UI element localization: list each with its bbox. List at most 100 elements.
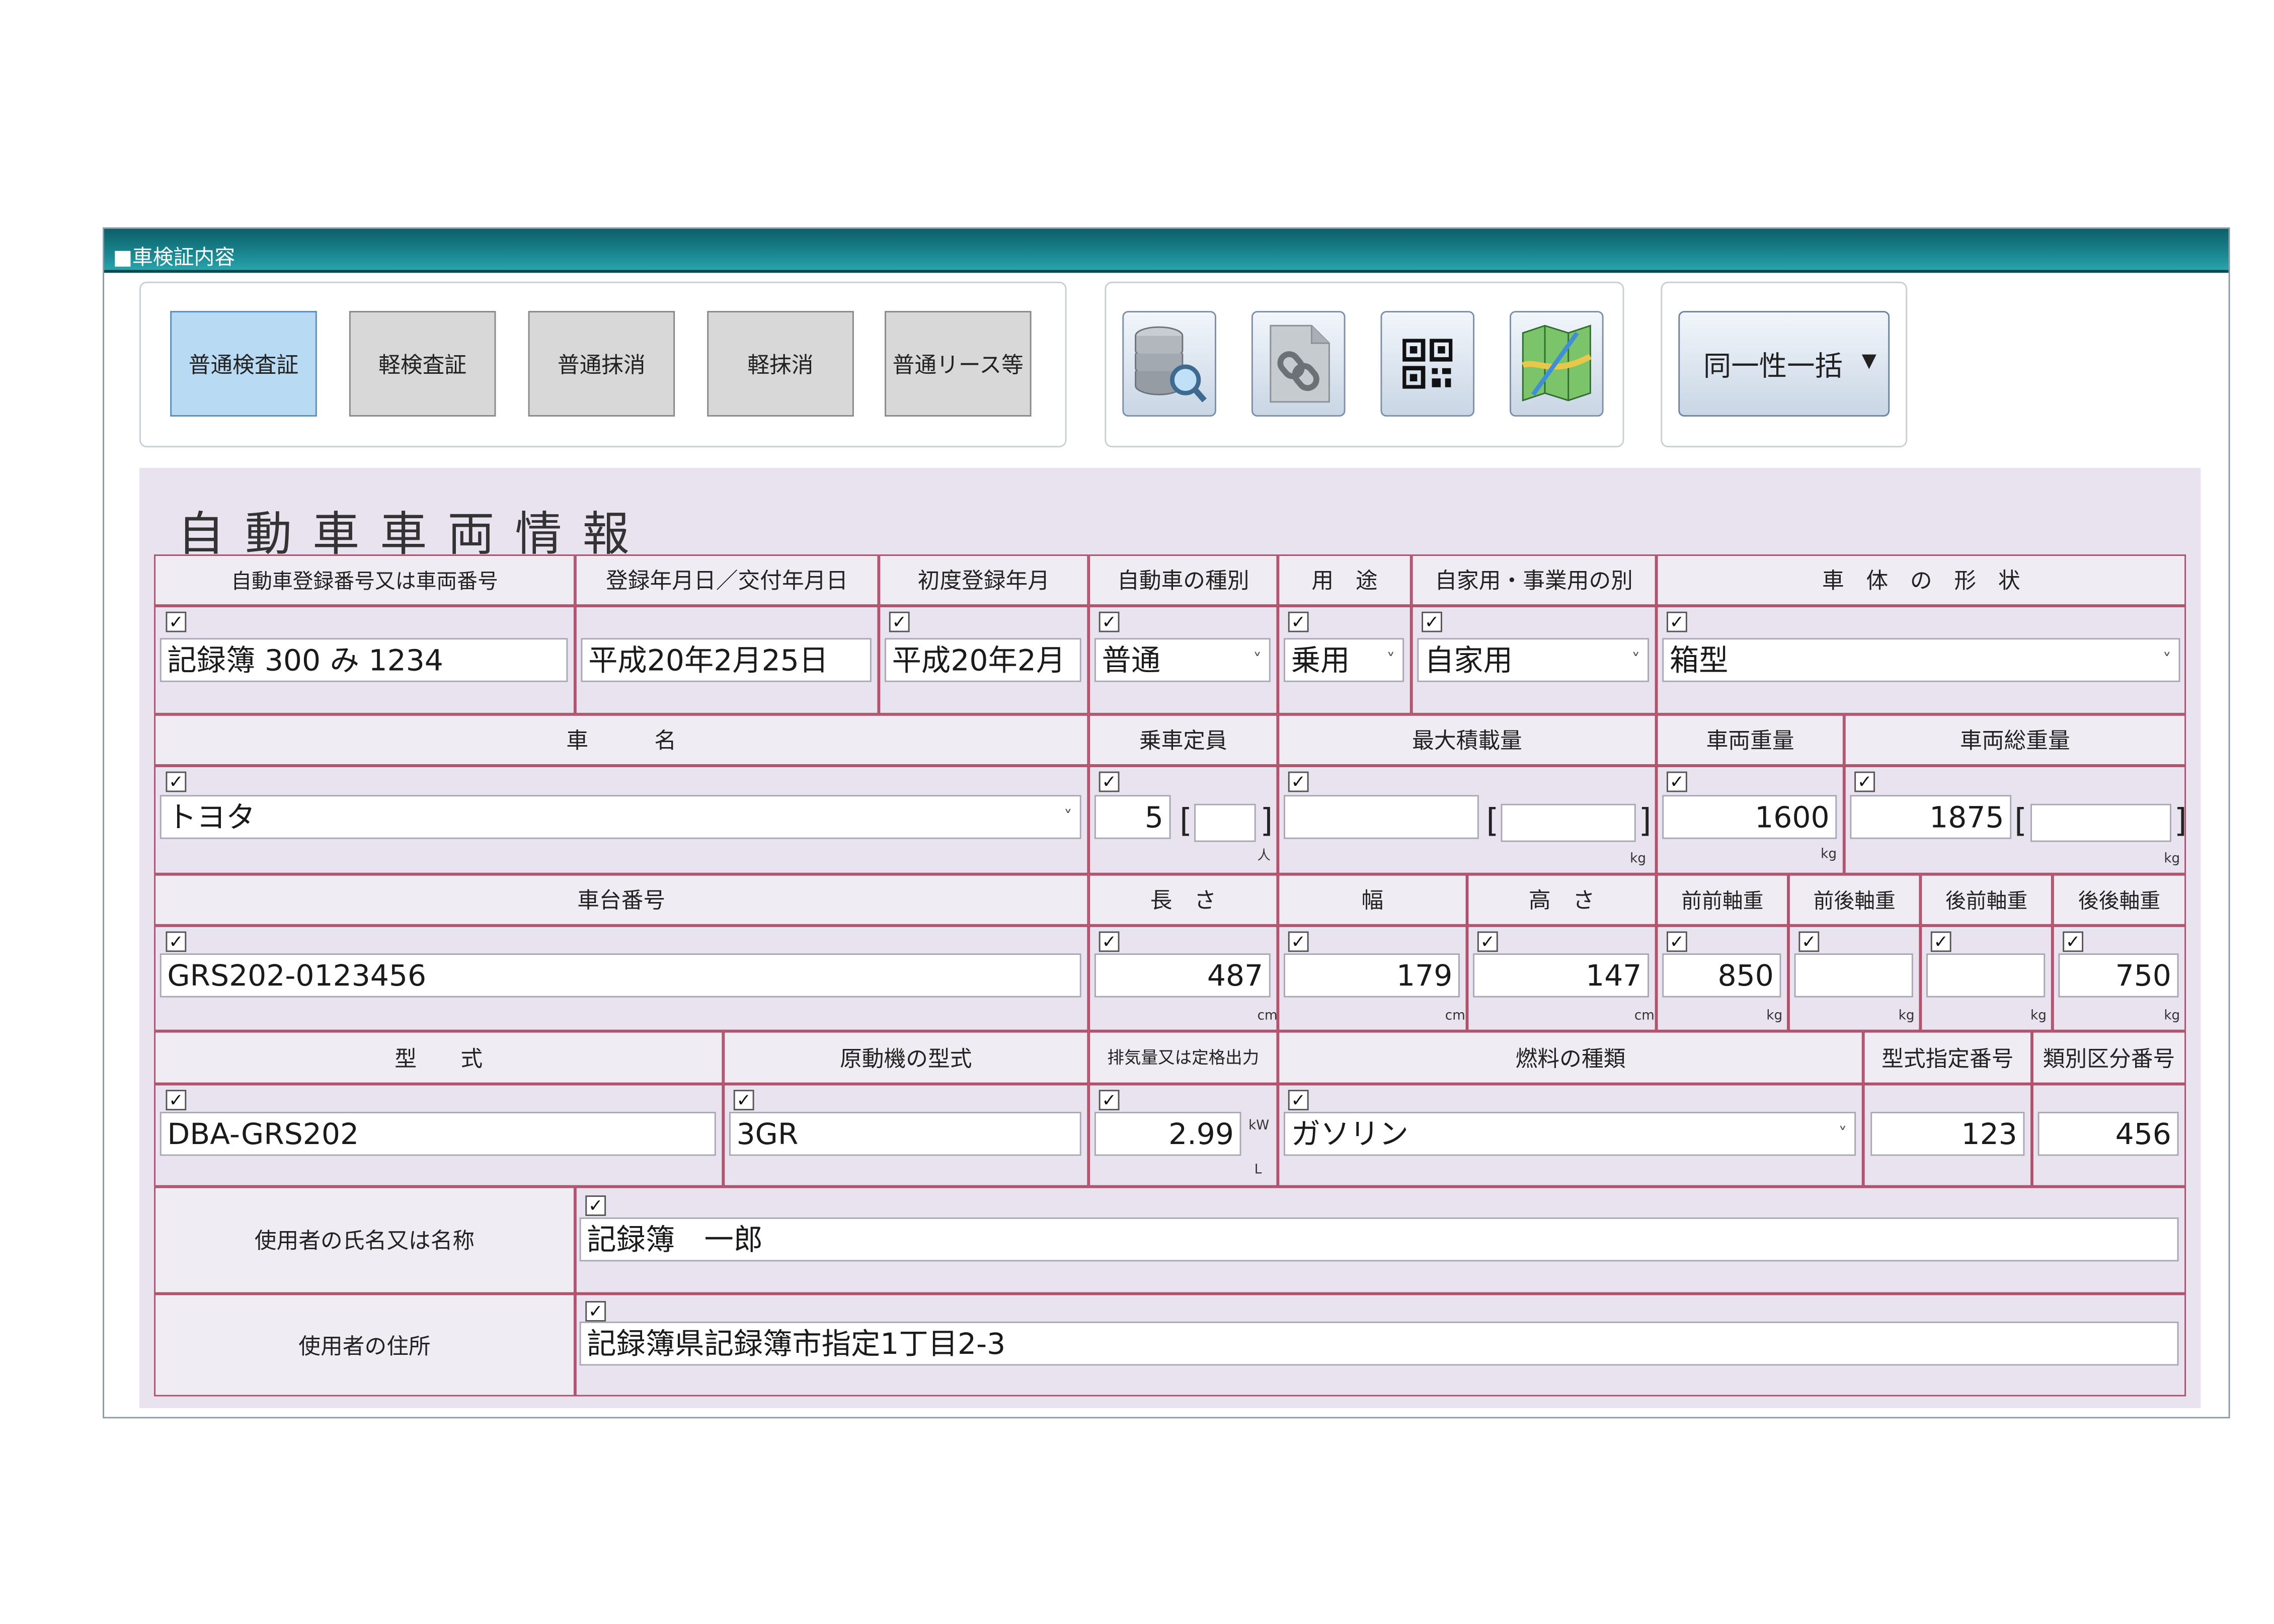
map-button[interactable]	[1510, 311, 1604, 417]
checkbox-first_reg[interactable]: ✓	[889, 611, 910, 632]
label-user_address: 使用者の住所	[154, 1293, 575, 1397]
checkbox-rr_axle[interactable]: ✓	[2063, 931, 2084, 952]
input-capacity[interactable]: 5	[1094, 795, 1171, 839]
input-type_spec_no[interactable]: 123	[1870, 1111, 2025, 1156]
checkbox-reg_no[interactable]: ✓	[166, 611, 187, 632]
label-weight: 車両重量	[1656, 714, 1844, 766]
input-reg_no[interactable]: 記録簿 300 み 1234	[160, 638, 568, 682]
input-ff_axle[interactable]: 850	[1662, 953, 1781, 998]
input-engine_model[interactable]: 3GR	[729, 1111, 1081, 1156]
value-reg_no: 記録簿 300 み 1234	[167, 642, 443, 678]
checkbox-body_shape[interactable]: ✓	[1667, 611, 1687, 632]
input-capacity_sub[interactable]	[1194, 803, 1256, 842]
identity-bulk-button[interactable]: 同一性一括 ▼	[1678, 311, 1890, 417]
value-weight: 1600	[1755, 799, 1830, 835]
record-type-light-cancel-button[interactable]: 軽抹消	[707, 311, 854, 417]
checkbox-engine_model[interactable]: ✓	[733, 1090, 754, 1111]
input-chassis_no[interactable]: GRS202-0123456	[160, 953, 1081, 998]
value-engine_model: 3GR	[736, 1116, 799, 1152]
checkbox-fuel[interactable]: ✓	[1288, 1090, 1309, 1111]
checkbox-height[interactable]: ✓	[1477, 931, 1498, 952]
map-icon	[1522, 324, 1592, 401]
input-weight[interactable]: 1600	[1662, 795, 1837, 839]
checkbox-gross_weight[interactable]: ✓	[1854, 771, 1875, 792]
input-fr_axle[interactable]	[1794, 953, 1913, 998]
input-car_kind[interactable]: 普通 ˅	[1094, 638, 1271, 682]
label-rf_axle: 後前軸重	[1920, 874, 2053, 926]
input-rr_axle[interactable]: 750	[2058, 953, 2179, 998]
input-height[interactable]: 147	[1473, 953, 1650, 998]
input-rf_axle[interactable]	[1926, 953, 2046, 998]
label-capacity: 乗車定員	[1088, 714, 1278, 766]
record-type-normal-cancel-button[interactable]: 普通抹消	[528, 311, 675, 417]
record-type-lease-button[interactable]: 普通リース等	[885, 311, 1032, 417]
value-length: 487	[1207, 957, 1264, 993]
checkbox-displacement[interactable]: ✓	[1099, 1090, 1120, 1111]
checkbox-model[interactable]: ✓	[166, 1090, 187, 1111]
input-usage[interactable]: 乗用 ˅	[1284, 638, 1404, 682]
checkbox-private_business[interactable]: ✓	[1422, 611, 1442, 632]
input-max_load[interactable]	[1284, 795, 1479, 839]
input-gross_weight[interactable]: 1875	[1850, 795, 2012, 839]
value-category_no: 456	[2115, 1116, 2171, 1152]
input-reg_date[interactable]: 平成20年2月25日	[581, 638, 872, 682]
label-engine_model: 原動機の型式	[723, 1031, 1089, 1084]
label-car_name: 車 名	[154, 714, 1089, 766]
checkbox-user_name[interactable]: ✓	[585, 1195, 606, 1216]
record-type-normal-inspection-button[interactable]: 普通検査証	[170, 311, 317, 417]
checkbox-max_load[interactable]: ✓	[1288, 771, 1309, 792]
label-ff_axle: 前前軸重	[1656, 874, 1788, 926]
checkbox-chassis_no[interactable]: ✓	[166, 931, 187, 952]
input-fuel[interactable]: ガソリン ˅	[1284, 1111, 1856, 1156]
value-height: 147	[1586, 957, 1642, 993]
label-gross_weight: 車両総重量	[1844, 714, 2186, 766]
checkbox-rf_axle[interactable]: ✓	[1930, 931, 1951, 952]
vehicle-inspection-window: ■車検証内容 普通検査証 軽検査証 普通抹消 軽抹消 普通リース等 同一性一括 …	[103, 227, 2230, 1419]
checkbox-capacity[interactable]: ✓	[1099, 771, 1120, 792]
unit-person: 人	[1257, 849, 1271, 864]
qr-code-icon	[1402, 339, 1453, 389]
record-type-light-inspection-button[interactable]: 軽検査証	[349, 311, 496, 417]
checkbox-usage[interactable]: ✓	[1288, 611, 1309, 632]
value-user_address: 記録簿県記録簿市指定1丁目2-3	[587, 1326, 1006, 1361]
value-fuel: ガソリン	[1291, 1116, 1408, 1152]
label-rr_axle: 後後軸重	[2052, 874, 2186, 926]
bracket-close: ]	[2174, 803, 2187, 841]
qr-code-button[interactable]	[1380, 311, 1475, 417]
value-chassis_no: GRS202-0123456	[167, 957, 427, 993]
input-user_name[interactable]: 記録簿 一郎	[579, 1217, 2179, 1262]
link-document-button[interactable]	[1251, 311, 1346, 417]
checkbox-fr_axle[interactable]: ✓	[1798, 931, 1820, 952]
checkbox-ff_axle[interactable]: ✓	[1667, 931, 1687, 952]
input-gross_weight_sub[interactable]	[2030, 803, 2171, 842]
checkbox-car_name[interactable]: ✓	[166, 771, 187, 792]
input-category_no[interactable]: 456	[2037, 1111, 2179, 1156]
unit-cm: cm	[1634, 1009, 1655, 1024]
checkbox-length[interactable]: ✓	[1099, 931, 1120, 952]
database-search-button[interactable]	[1122, 311, 1216, 417]
input-first_reg[interactable]: 平成20年2月	[885, 638, 1081, 682]
input-model[interactable]: DBA-GRS202	[160, 1111, 716, 1156]
tools-group	[1105, 281, 1624, 448]
input-width[interactable]: 179	[1284, 953, 1460, 998]
input-displacement[interactable]: 2.99	[1094, 1111, 1241, 1156]
checkbox-width[interactable]: ✓	[1288, 931, 1309, 952]
input-private_business[interactable]: 自家用 ˅	[1417, 638, 1650, 682]
checkbox-car_kind[interactable]: ✓	[1099, 611, 1120, 632]
value-usage: 乗用	[1291, 642, 1350, 678]
input-user_address[interactable]: 記録簿県記録簿市指定1丁目2-3	[579, 1321, 2179, 1366]
label-first_reg: 初度登録年月	[879, 554, 1089, 606]
chevron-down-icon: ▼	[1861, 350, 1876, 373]
chevron-down-icon: ˅	[1838, 1123, 1847, 1145]
checkbox-weight[interactable]: ✓	[1667, 771, 1687, 792]
input-length[interactable]: 487	[1094, 953, 1271, 998]
label-model: 型 式	[154, 1031, 724, 1084]
input-car_name[interactable]: トヨタ ˅	[160, 795, 1081, 839]
unit-kg: kg	[2164, 1009, 2180, 1024]
label-type_spec_no: 型式指定番号	[1863, 1031, 2032, 1084]
input-max_load_sub[interactable]	[1501, 803, 1636, 842]
database-search-icon	[1135, 326, 1207, 402]
checkbox-user_address[interactable]: ✓	[585, 1301, 606, 1322]
label-displacement: 排気量又は定格出力	[1088, 1031, 1278, 1084]
input-body_shape[interactable]: 箱型 ˅	[1662, 638, 2180, 682]
